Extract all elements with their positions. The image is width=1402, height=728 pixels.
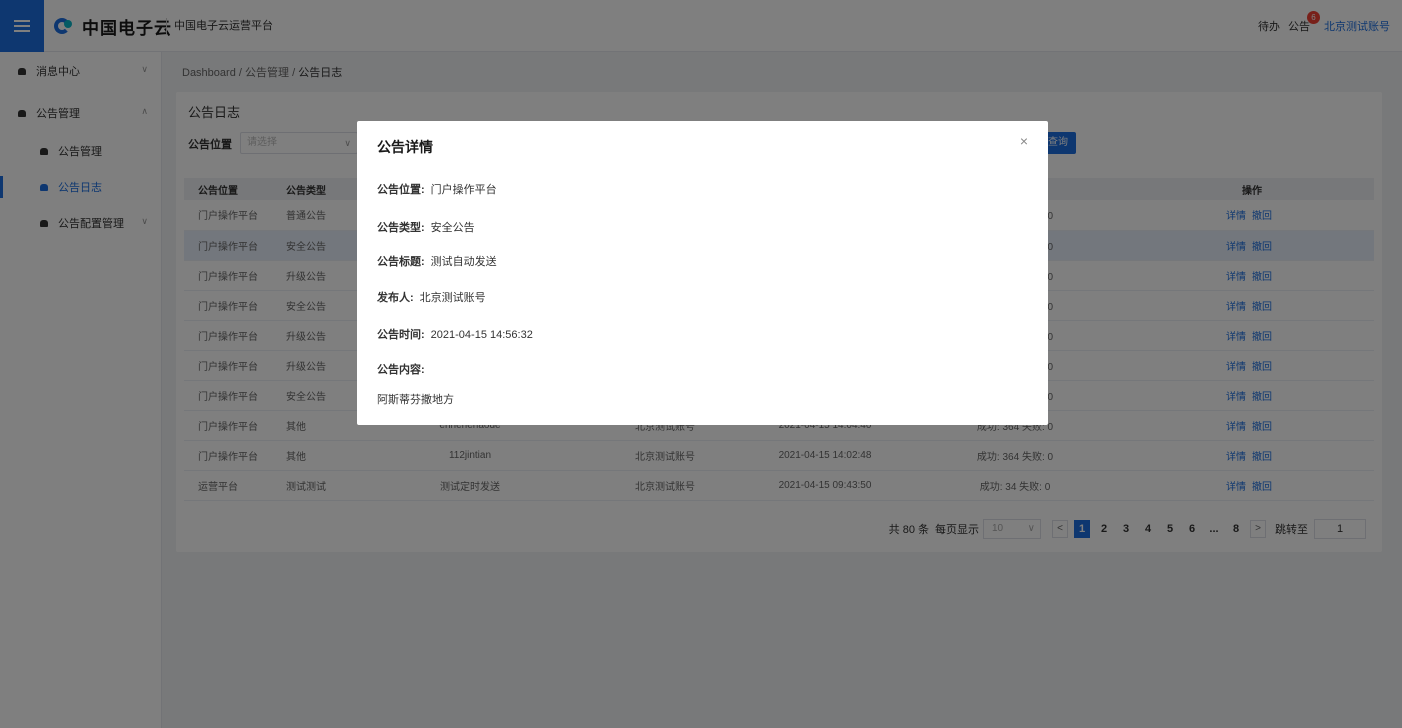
- notice-detail-dialog: 公告详情 × 公告位置: 门户操作平台 公告类型: 安全公告 公告标题: 测试自动发送…: [357, 121, 1048, 425]
- detail-label: 公告位置:: [377, 184, 425, 196]
- detail-label: 公告标题:: [377, 256, 425, 268]
- detail-type-row: 公告类型: 安全公告: [377, 219, 475, 235]
- detail-value: 门户操作平台: [430, 184, 497, 196]
- detail-value: 测试自动发送: [430, 256, 497, 268]
- detail-label: 公告内容:: [377, 364, 425, 376]
- detail-headline-row: 公告标题: 测试自动发送: [377, 253, 497, 269]
- detail-content: 阿斯蒂芬撒地方: [377, 394, 454, 406]
- detail-publisher-row: 发布人: 北京测试账号: [377, 289, 486, 305]
- detail-value: 北京测试账号: [419, 292, 486, 304]
- detail-location-row: 公告位置: 门户操作平台: [377, 181, 497, 197]
- detail-label: 公告时间:: [377, 329, 425, 341]
- detail-label: 发布人:: [377, 292, 414, 304]
- detail-value: 2021-04-15 14:56:32: [430, 329, 533, 341]
- detail-content-row: 公告内容:: [377, 361, 431, 377]
- detail-label: 公告类型:: [377, 222, 425, 234]
- close-icon[interactable]: ×: [1020, 133, 1028, 149]
- dialog-title: 公告详情: [377, 139, 433, 155]
- detail-value: 安全公告: [430, 222, 475, 234]
- detail-time-row: 公告时间: 2021-04-15 14:56:32: [377, 326, 533, 342]
